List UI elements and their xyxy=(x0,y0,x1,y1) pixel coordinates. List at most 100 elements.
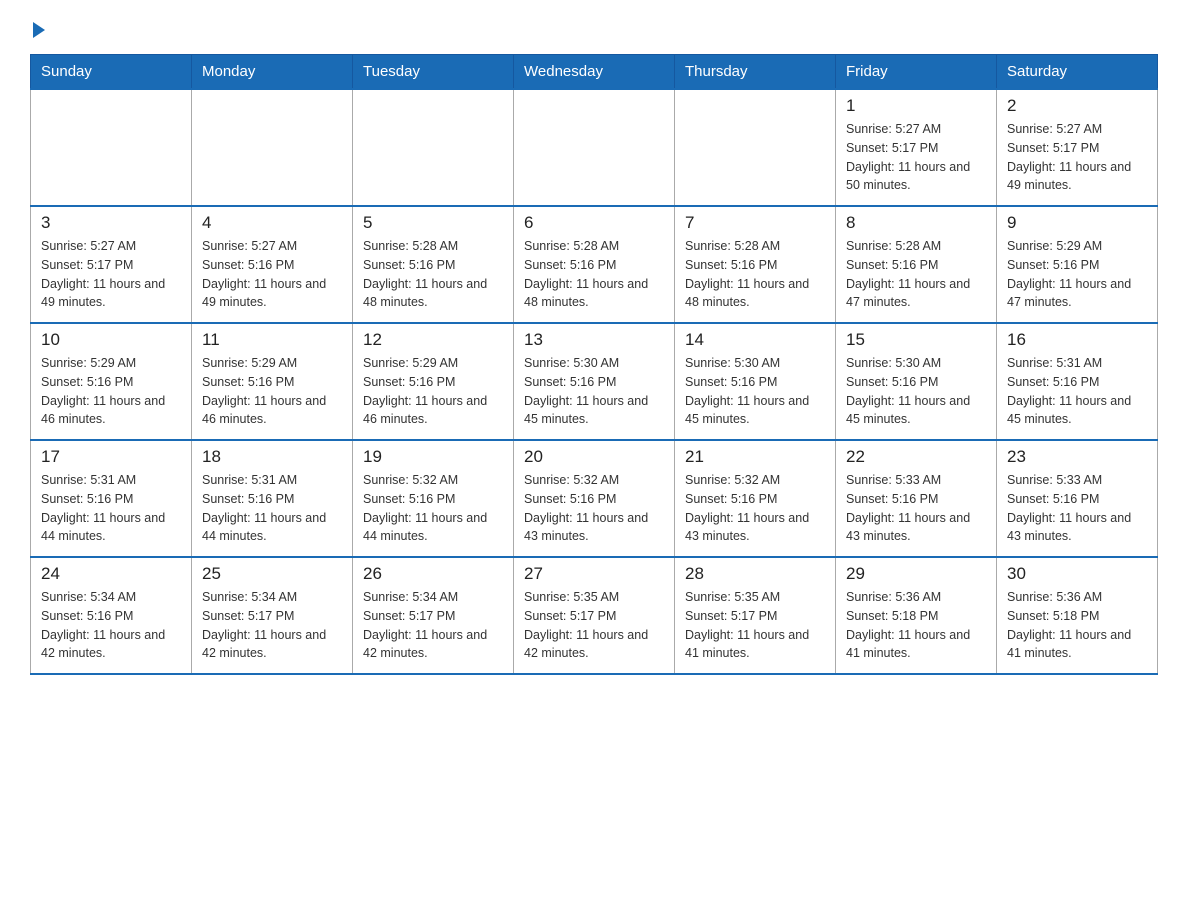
calendar-cell xyxy=(31,89,192,206)
calendar-cell: 25 Sunrise: 5:34 AM Sunset: 5:17 PM Dayli… xyxy=(192,557,353,674)
day-info: Sunrise: 5:36 AM Sunset: 5:18 PM Dayligh… xyxy=(846,588,986,663)
day-info: Sunrise: 5:27 AM Sunset: 5:17 PM Dayligh… xyxy=(41,237,181,312)
calendar-cell: 20 Sunrise: 5:32 AM Sunset: 5:16 PM Dayli… xyxy=(514,440,675,557)
day-info: Sunrise: 5:28 AM Sunset: 5:16 PM Dayligh… xyxy=(524,237,664,312)
day-number: 17 xyxy=(41,447,181,467)
day-number: 3 xyxy=(41,213,181,233)
day-info: Sunrise: 5:31 AM Sunset: 5:16 PM Dayligh… xyxy=(41,471,181,546)
day-number: 22 xyxy=(846,447,986,467)
calendar-cell: 21 Sunrise: 5:32 AM Sunset: 5:16 PM Dayli… xyxy=(675,440,836,557)
calendar-cell: 3 Sunrise: 5:27 AM Sunset: 5:17 PM Daylig… xyxy=(31,206,192,323)
day-number: 16 xyxy=(1007,330,1147,350)
day-info: Sunrise: 5:30 AM Sunset: 5:16 PM Dayligh… xyxy=(524,354,664,429)
day-info: Sunrise: 5:31 AM Sunset: 5:16 PM Dayligh… xyxy=(202,471,342,546)
day-info: Sunrise: 5:35 AM Sunset: 5:17 PM Dayligh… xyxy=(685,588,825,663)
day-number: 25 xyxy=(202,564,342,584)
calendar-cell: 26 Sunrise: 5:34 AM Sunset: 5:17 PM Dayli… xyxy=(353,557,514,674)
calendar-cell: 19 Sunrise: 5:32 AM Sunset: 5:16 PM Dayli… xyxy=(353,440,514,557)
day-info: Sunrise: 5:31 AM Sunset: 5:16 PM Dayligh… xyxy=(1007,354,1147,429)
calendar-cell xyxy=(675,89,836,206)
weekday-header-monday: Monday xyxy=(192,55,353,90)
day-info: Sunrise: 5:29 AM Sunset: 5:16 PM Dayligh… xyxy=(363,354,503,429)
day-info: Sunrise: 5:35 AM Sunset: 5:17 PM Dayligh… xyxy=(524,588,664,663)
calendar-cell: 16 Sunrise: 5:31 AM Sunset: 5:16 PM Dayli… xyxy=(997,323,1158,440)
calendar-cell: 13 Sunrise: 5:30 AM Sunset: 5:16 PM Dayli… xyxy=(514,323,675,440)
calendar-cell: 30 Sunrise: 5:36 AM Sunset: 5:18 PM Dayli… xyxy=(997,557,1158,674)
calendar-table: SundayMondayTuesdayWednesdayThursdayFrid… xyxy=(30,54,1158,675)
day-info: Sunrise: 5:32 AM Sunset: 5:16 PM Dayligh… xyxy=(685,471,825,546)
weekday-header-wednesday: Wednesday xyxy=(514,55,675,90)
day-number: 6 xyxy=(524,213,664,233)
day-info: Sunrise: 5:34 AM Sunset: 5:17 PM Dayligh… xyxy=(202,588,342,663)
day-number: 7 xyxy=(685,213,825,233)
day-info: Sunrise: 5:29 AM Sunset: 5:16 PM Dayligh… xyxy=(41,354,181,429)
day-info: Sunrise: 5:29 AM Sunset: 5:16 PM Dayligh… xyxy=(202,354,342,429)
day-number: 30 xyxy=(1007,564,1147,584)
day-info: Sunrise: 5:33 AM Sunset: 5:16 PM Dayligh… xyxy=(846,471,986,546)
logo xyxy=(30,20,45,38)
day-number: 19 xyxy=(363,447,503,467)
day-number: 28 xyxy=(685,564,825,584)
calendar-week-row: 24 Sunrise: 5:34 AM Sunset: 5:16 PM Dayli… xyxy=(31,557,1158,674)
calendar-cell xyxy=(353,89,514,206)
weekday-header-friday: Friday xyxy=(836,55,997,90)
calendar-cell: 7 Sunrise: 5:28 AM Sunset: 5:16 PM Daylig… xyxy=(675,206,836,323)
day-number: 29 xyxy=(846,564,986,584)
calendar-cell: 23 Sunrise: 5:33 AM Sunset: 5:16 PM Dayli… xyxy=(997,440,1158,557)
day-number: 20 xyxy=(524,447,664,467)
day-number: 18 xyxy=(202,447,342,467)
calendar-cell: 22 Sunrise: 5:33 AM Sunset: 5:16 PM Dayli… xyxy=(836,440,997,557)
day-info: Sunrise: 5:32 AM Sunset: 5:16 PM Dayligh… xyxy=(524,471,664,546)
calendar-cell: 18 Sunrise: 5:31 AM Sunset: 5:16 PM Dayli… xyxy=(192,440,353,557)
weekday-header-tuesday: Tuesday xyxy=(353,55,514,90)
day-info: Sunrise: 5:27 AM Sunset: 5:16 PM Dayligh… xyxy=(202,237,342,312)
weekday-header-sunday: Sunday xyxy=(31,55,192,90)
calendar-cell: 2 Sunrise: 5:27 AM Sunset: 5:17 PM Daylig… xyxy=(997,89,1158,206)
calendar-cell xyxy=(192,89,353,206)
day-info: Sunrise: 5:30 AM Sunset: 5:16 PM Dayligh… xyxy=(846,354,986,429)
day-number: 2 xyxy=(1007,96,1147,116)
day-number: 24 xyxy=(41,564,181,584)
calendar-cell: 14 Sunrise: 5:30 AM Sunset: 5:16 PM Dayli… xyxy=(675,323,836,440)
calendar-cell: 15Sunrise: 5:30 AM Sunset: 5:16 PM Dayli… xyxy=(836,323,997,440)
day-info: Sunrise: 5:29 AM Sunset: 5:16 PM Dayligh… xyxy=(1007,237,1147,312)
day-number: 4 xyxy=(202,213,342,233)
day-number: 13 xyxy=(524,330,664,350)
day-info: Sunrise: 5:36 AM Sunset: 5:18 PM Dayligh… xyxy=(1007,588,1147,663)
calendar-cell: 5Sunrise: 5:28 AM Sunset: 5:16 PM Daylig… xyxy=(353,206,514,323)
calendar-week-row: 1 Sunrise: 5:27 AM Sunset: 5:17 PM Daylig… xyxy=(31,89,1158,206)
calendar-cell: 10 Sunrise: 5:29 AM Sunset: 5:16 PM Dayli… xyxy=(31,323,192,440)
calendar-cell: 29 Sunrise: 5:36 AM Sunset: 5:18 PM Dayli… xyxy=(836,557,997,674)
day-number: 1 xyxy=(846,96,986,116)
day-info: Sunrise: 5:27 AM Sunset: 5:17 PM Dayligh… xyxy=(846,120,986,195)
day-info: Sunrise: 5:28 AM Sunset: 5:16 PM Dayligh… xyxy=(685,237,825,312)
day-info: Sunrise: 5:28 AM Sunset: 5:16 PM Dayligh… xyxy=(846,237,986,312)
day-number: 11 xyxy=(202,330,342,350)
calendar-week-row: 10 Sunrise: 5:29 AM Sunset: 5:16 PM Dayli… xyxy=(31,323,1158,440)
day-info: Sunrise: 5:34 AM Sunset: 5:17 PM Dayligh… xyxy=(363,588,503,663)
page-header xyxy=(30,20,1158,38)
calendar-cell: 6 Sunrise: 5:28 AM Sunset: 5:16 PM Daylig… xyxy=(514,206,675,323)
day-number: 23 xyxy=(1007,447,1147,467)
calendar-cell xyxy=(514,89,675,206)
calendar-cell: 17 Sunrise: 5:31 AM Sunset: 5:16 PM Dayli… xyxy=(31,440,192,557)
calendar-cell: 11 Sunrise: 5:29 AM Sunset: 5:16 PM Dayli… xyxy=(192,323,353,440)
day-info: Sunrise: 5:32 AM Sunset: 5:16 PM Dayligh… xyxy=(363,471,503,546)
calendar-cell: 12 Sunrise: 5:29 AM Sunset: 5:16 PM Dayli… xyxy=(353,323,514,440)
day-number: 26 xyxy=(363,564,503,584)
day-number: 12 xyxy=(363,330,503,350)
calendar-cell: 28 Sunrise: 5:35 AM Sunset: 5:17 PM Dayli… xyxy=(675,557,836,674)
calendar-cell: 4 Sunrise: 5:27 AM Sunset: 5:16 PM Daylig… xyxy=(192,206,353,323)
day-number: 10 xyxy=(41,330,181,350)
day-number: 8 xyxy=(846,213,986,233)
calendar-week-row: 17 Sunrise: 5:31 AM Sunset: 5:16 PM Dayli… xyxy=(31,440,1158,557)
day-number: 21 xyxy=(685,447,825,467)
day-info: Sunrise: 5:30 AM Sunset: 5:16 PM Dayligh… xyxy=(685,354,825,429)
day-info: Sunrise: 5:33 AM Sunset: 5:16 PM Dayligh… xyxy=(1007,471,1147,546)
weekday-header-saturday: Saturday xyxy=(997,55,1158,90)
calendar-cell: 1 Sunrise: 5:27 AM Sunset: 5:17 PM Daylig… xyxy=(836,89,997,206)
day-number: 9 xyxy=(1007,213,1147,233)
day-info: Sunrise: 5:27 AM Sunset: 5:17 PM Dayligh… xyxy=(1007,120,1147,195)
day-info: Sunrise: 5:34 AM Sunset: 5:16 PM Dayligh… xyxy=(41,588,181,663)
day-number: 14 xyxy=(685,330,825,350)
